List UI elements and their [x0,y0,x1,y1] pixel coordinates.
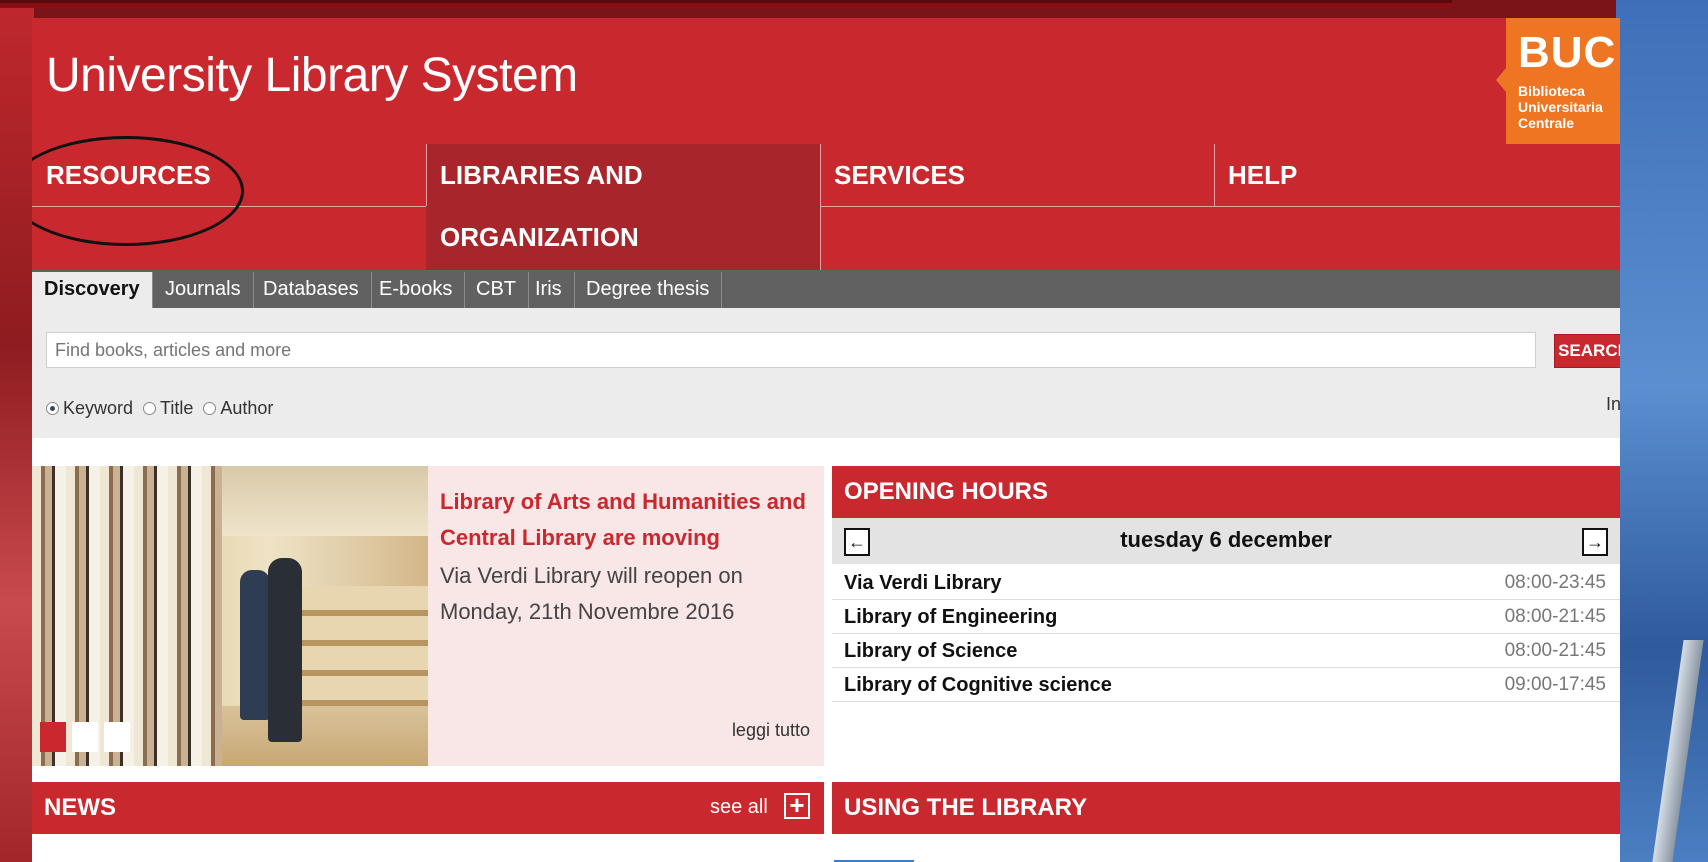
hours-time: 08:00-21:45 [1504,640,1606,661]
hours-library-name[interactable]: Library of Cognitive science [844,674,1112,697]
search-input[interactable] [46,332,1536,368]
using-the-library-header: USING THE LIBRARY [832,782,1620,834]
news-header: NEWS see all + [32,782,824,834]
hours-library-name[interactable]: Library of Science [844,640,1017,663]
logo-main-text: BUC [1518,28,1617,77]
tab-discovery[interactable]: Discovery [32,272,153,308]
using-the-library-title: USING THE LIBRARY [844,794,1088,821]
nav-resources[interactable]: RESOURCES [32,144,426,206]
tab-e-books[interactable]: E-books [367,272,466,308]
hours-row: Library of Engineering 08:00-21:45 [832,600,1620,634]
ceiling [222,466,428,536]
opening-hours-header: OPENING HOURS [832,466,1620,518]
hours-row: Library of Cognitive science 09:00-17:45 [832,668,1620,702]
date-navigator: ← tuesday 6 december → [832,518,1620,564]
person-figure [240,570,270,720]
hours-library-name[interactable]: Via Verdi Library [844,572,1002,595]
logo-notch [1496,68,1506,92]
news-title: NEWS [44,794,116,821]
search-tabs: Discovery Journals Databases E-books CBT… [32,270,1620,308]
hours-row: Via Verdi Library 08:00-23:45 [832,566,1620,600]
search-info-link[interactable]: Info [1606,394,1620,415]
buc-logo[interactable]: BUC Biblioteca Universitaria Centrale [1496,18,1620,144]
feature-body: Via Verdi Library will reopen on Monday,… [440,563,743,624]
tab-degree-thesis[interactable]: Degree thesis [574,272,723,308]
carousel-dot[interactable] [40,722,66,752]
tab-journals[interactable]: Journals [153,272,254,308]
nav-separator [820,144,821,270]
main-navigation: RESOURCES LIBRARIES AND ORGANIZATION SER… [32,144,1620,270]
nav-divider [820,206,1620,207]
site-title[interactable]: University Library System [46,52,578,100]
nav-services[interactable]: SERVICES [820,144,1214,206]
carousel-dot[interactable] [104,722,130,752]
background-right [1616,0,1708,862]
nav-separator [1214,144,1215,206]
carousel-indicators [40,722,130,752]
tab-cbt[interactable]: CBT [464,272,529,308]
hours-library-name[interactable]: Library of Engineering [844,606,1057,629]
plus-icon[interactable]: + [784,792,810,819]
nav-divider [32,206,426,207]
radio-author-label[interactable]: Author [220,398,273,419]
radio-keyword-label[interactable]: Keyword [63,398,133,419]
search-type-options: Keyword Title Author [46,398,283,419]
search-panel: SEARCH Keyword Title Author Info [32,308,1620,438]
arrow-right-icon[interactable]: → [1582,528,1608,556]
library-page: University Library System BUC Biblioteca… [32,18,1620,862]
hours-row: Library of Science 08:00-21:45 [832,634,1620,668]
radio-title-label[interactable]: Title [160,398,193,419]
current-date: tuesday 6 december [1120,527,1332,552]
opening-hours-title: OPENING HOURS [844,478,1049,505]
feature-text-panel: Library of Arts and Humanities and Centr… [428,466,824,766]
radio-author[interactable] [203,402,217,415]
background-top-line [0,0,1452,3]
feature-image[interactable] [32,466,428,766]
tab-iris[interactable]: Iris [523,272,575,308]
see-all-link[interactable]: see all [710,796,768,819]
hours-time: 09:00-17:45 [1504,674,1606,695]
bookshelf-left [32,466,222,766]
radio-title[interactable] [143,402,157,415]
logo-subtitle: Biblioteca Universitaria Centrale [1518,83,1603,131]
hours-time: 08:00-21:45 [1504,606,1606,627]
search-button[interactable]: SEARCH [1554,334,1620,368]
tab-databases[interactable]: Databases [251,272,372,308]
site-header: University Library System BUC Biblioteca… [32,18,1620,144]
nav-libraries-and-organization[interactable]: LIBRARIES AND ORGANIZATION [426,144,820,270]
background-left [0,0,34,862]
person-figure [268,558,302,742]
read-more-link[interactable]: leggi tutto [708,720,810,741]
carousel-dot[interactable] [72,722,98,752]
radio-keyword[interactable] [46,402,59,415]
nav-help[interactable]: HELP [1214,144,1620,206]
feature-title-link[interactable]: Library of Arts and Humanities and Centr… [440,484,816,556]
hours-time: 08:00-23:45 [1504,572,1606,593]
window-frame-decoration [1652,640,1704,862]
nav-separator [426,144,427,206]
